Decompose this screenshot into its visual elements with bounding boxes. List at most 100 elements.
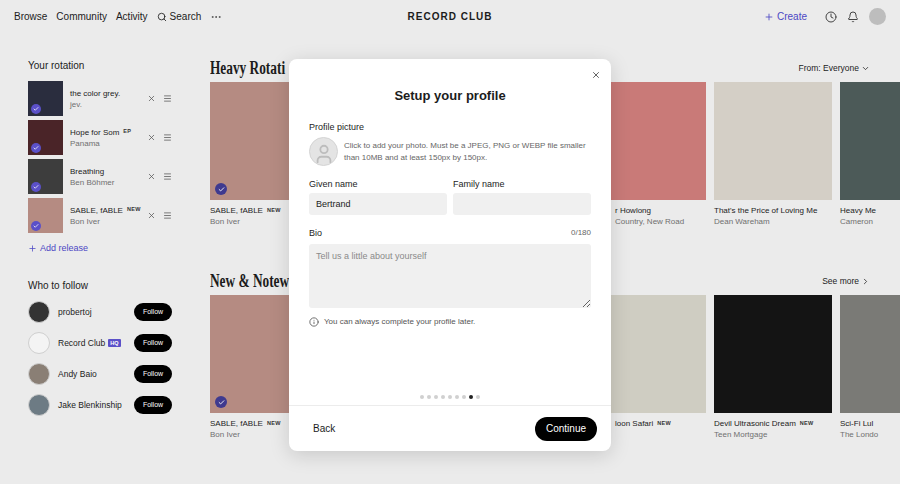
album-card[interactable]: Sci-Fi LulThe Londo xyxy=(840,295,900,440)
continue-button[interactable]: Continue xyxy=(535,417,597,441)
follow-avatar[interactable] xyxy=(28,363,50,385)
chevron-down-icon xyxy=(861,64,870,73)
rotation-artist: jev. xyxy=(70,99,140,110)
album-card[interactable]: r HowlongCountry, New Road xyxy=(611,82,706,227)
create-button[interactable]: Create xyxy=(764,9,807,24)
rotation-item[interactable]: BreathingBen Böhmer xyxy=(28,159,172,194)
nav-link[interactable]: Browse xyxy=(14,9,47,24)
follow-name[interactable]: Andy Baio xyxy=(58,368,97,381)
dialog-title: Setup your profile xyxy=(309,86,591,106)
rotation-item[interactable]: Hope for SomEPPanama xyxy=(28,120,172,155)
text-input[interactable] xyxy=(309,193,447,215)
album-title: Devil Ultrasonic Dream xyxy=(714,418,796,429)
album-card[interactable]: Heavy MeCameron xyxy=(840,82,900,227)
badge: NEW xyxy=(267,208,281,214)
setup-profile-dialog: Setup your profileProfile pictureClick t… xyxy=(289,59,611,451)
album-artist: The Londo xyxy=(840,429,900,440)
step-dot xyxy=(476,395,480,399)
drag-handle-icon[interactable] xyxy=(163,172,172,181)
rotation-artist: Bon Iver xyxy=(70,216,140,227)
album-artist: Teen Mortgage xyxy=(714,429,832,440)
rotation-cover xyxy=(28,120,63,155)
top-nav: Browse Community Activity Search RECORD CLUB… xyxy=(0,0,900,33)
section-heading: New & Notewo xyxy=(210,268,296,295)
badge: EP xyxy=(123,129,131,135)
follow-avatar[interactable] xyxy=(28,394,50,416)
add-release-button[interactable]: Add release xyxy=(28,241,172,255)
drag-handle-icon[interactable] xyxy=(163,94,172,103)
follow-button[interactable]: Follow xyxy=(134,303,172,321)
follow-name[interactable]: probertoj xyxy=(58,306,92,319)
field-label: Bio xyxy=(309,227,322,239)
check-icon xyxy=(215,183,227,195)
rotation-item[interactable]: the color grey.jev. xyxy=(28,81,172,116)
album-title: SABLE, fABLE xyxy=(210,205,263,216)
check-icon xyxy=(31,104,41,114)
remove-icon[interactable] xyxy=(147,211,156,220)
follow-button[interactable]: Follow xyxy=(134,334,172,352)
more-icon[interactable] xyxy=(210,11,222,23)
follow-row: Andy Baio Follow xyxy=(28,363,172,385)
bell-icon[interactable] xyxy=(847,11,859,23)
album-artist: Dean Wareham xyxy=(714,216,832,227)
album-title: Heavy Me xyxy=(840,205,876,216)
rotation-title: Breathing xyxy=(70,166,104,177)
see-more-link[interactable]: See more xyxy=(822,275,870,288)
rotation-item[interactable]: SABLE, fABLENEWBon Iver xyxy=(28,198,172,233)
logo[interactable]: RECORD CLUB xyxy=(408,9,493,24)
check-icon xyxy=(31,143,41,153)
sidebar: Your rotationthe color grey.jev.Hope for… xyxy=(0,33,182,440)
check-icon xyxy=(31,221,41,231)
user-avatar[interactable] xyxy=(869,8,886,25)
album-title: That's the Price of Loving Me xyxy=(714,205,817,216)
follow-button[interactable]: Follow xyxy=(134,396,172,414)
bio-textarea[interactable] xyxy=(309,244,591,308)
album-card[interactable]: That's the Price of Loving MeDean Wareha… xyxy=(714,82,832,227)
hq-badge: HQ xyxy=(108,339,120,347)
person-icon xyxy=(313,143,335,165)
search-button[interactable]: Search xyxy=(157,9,202,24)
album-cover xyxy=(714,82,832,200)
rotation-title: the color grey. xyxy=(70,88,120,99)
album-title: SABLE, fABLE xyxy=(210,418,263,429)
text-input[interactable] xyxy=(453,193,591,215)
album-cover xyxy=(840,295,900,413)
rotation-title: SABLE, fABLE xyxy=(70,205,123,216)
step-dot xyxy=(462,395,466,399)
rotation-artist: Panama xyxy=(70,138,140,149)
step-dot xyxy=(434,395,438,399)
step-dot xyxy=(427,395,431,399)
album-card[interactable]: Devil Ultrasonic DreamNEWTeen Mortgage xyxy=(714,295,832,440)
close-icon[interactable] xyxy=(591,70,601,80)
remove-icon[interactable] xyxy=(147,172,156,181)
album-card[interactable]: loon SafariNEW xyxy=(611,295,706,440)
follow-row: Record ClubHQ Follow xyxy=(28,332,172,354)
follow-avatar[interactable] xyxy=(28,332,50,354)
badge: NEW xyxy=(657,421,671,427)
follow-name[interactable]: Record Club xyxy=(58,337,105,350)
follow-name[interactable]: Jake Blenkinship xyxy=(58,399,122,412)
remove-icon[interactable] xyxy=(147,94,156,103)
dialog-footer: Back Continue xyxy=(289,405,611,451)
follow-button[interactable]: Follow xyxy=(134,365,172,383)
nav-link[interactable]: Community xyxy=(56,9,107,24)
nav-link[interactable]: Activity xyxy=(116,9,148,24)
rotation-artist: Ben Böhmer xyxy=(70,177,140,188)
remove-icon[interactable] xyxy=(147,133,156,142)
profile-note: You can always complete your profile lat… xyxy=(324,316,475,328)
back-button[interactable]: Back xyxy=(313,421,335,436)
field-label: Family name xyxy=(453,178,591,190)
drag-handle-icon[interactable] xyxy=(163,211,172,220)
chevron-right-icon xyxy=(861,277,870,286)
follow-avatar[interactable] xyxy=(28,301,50,323)
clock-icon[interactable] xyxy=(825,11,837,23)
filter-dropdown[interactable]: From: Everyone xyxy=(799,62,870,75)
app: Browse Community Activity Search RECORD CLUB… xyxy=(0,0,900,484)
rotation-cover xyxy=(28,198,63,233)
rotation-cover xyxy=(28,159,63,194)
info-icon xyxy=(309,317,319,327)
drag-handle-icon[interactable] xyxy=(163,133,172,142)
profile-picture-upload[interactable] xyxy=(309,137,338,166)
character-count: 0/180 xyxy=(571,227,591,239)
plus-icon xyxy=(764,12,774,22)
